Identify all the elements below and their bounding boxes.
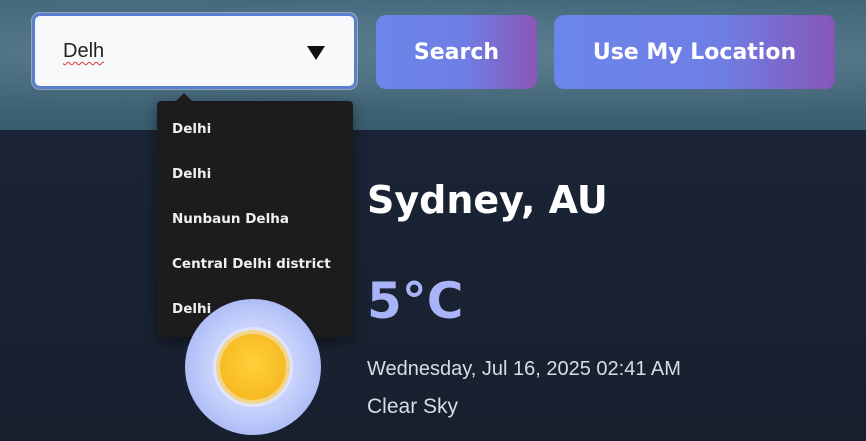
city-search-select[interactable]: Delh bbox=[32, 13, 357, 89]
search-button[interactable]: Search bbox=[376, 15, 537, 89]
temperature: 5°C bbox=[367, 272, 464, 330]
city-search-value[interactable]: Delh bbox=[63, 40, 104, 63]
sun-icon bbox=[184, 298, 322, 436]
date-time: Wednesday, Jul 16, 2025 02:41 AM bbox=[367, 358, 681, 380]
suggestion-item[interactable]: Nunbaun Delha bbox=[172, 211, 289, 227]
dropdown-caret bbox=[176, 93, 192, 101]
chevron-down-icon[interactable] bbox=[307, 46, 325, 60]
weather-condition: Clear Sky bbox=[367, 395, 459, 418]
suggestion-item[interactable]: Delhi bbox=[172, 166, 211, 182]
suggestion-item[interactable]: Delhi bbox=[172, 121, 211, 137]
use-my-location-button[interactable]: Use My Location bbox=[554, 15, 835, 89]
suggestion-item[interactable]: Central Delhi district bbox=[172, 256, 331, 272]
city-name: Sydney, AU bbox=[367, 178, 608, 222]
sun-icon-graphic bbox=[185, 299, 321, 435]
